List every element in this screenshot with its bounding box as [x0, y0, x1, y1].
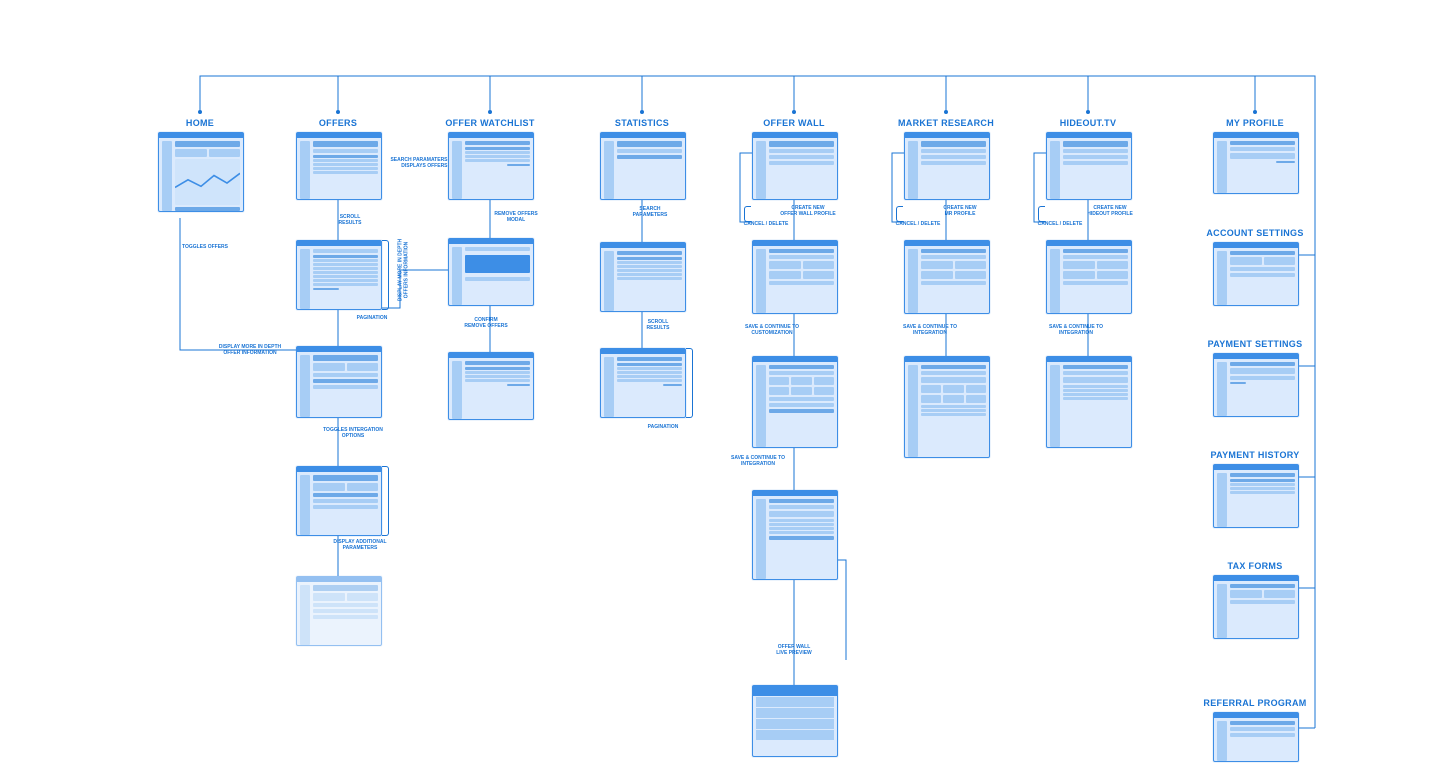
col-title-payhistory: PAYMENT HISTORY [1210, 450, 1299, 460]
label-save-continue-integ-1: SAVE & CONTINUE TO INTEGRATION [731, 456, 785, 468]
label-save-continue-custom: SAVE & CONTINUE TO CUSTOMIZATION [745, 325, 799, 337]
screen-stats-1[interactable] [600, 132, 686, 200]
label-scroll-results: SCROLL RESULTS [339, 215, 362, 227]
screen-watchlist-1[interactable] [448, 132, 534, 200]
screen-stats-2[interactable] [600, 242, 686, 312]
screen-paysettings[interactable] [1213, 353, 1299, 417]
label-create-offerwall: CREATE NEW OFFER WALL PROFILE [780, 206, 835, 218]
label-save-continue-integ-2: SAVE & CONTINUE TO INTEGRATION [903, 325, 957, 337]
label-cancel-delete-2: CANCEL / DELETE [896, 222, 941, 228]
label-display-additional: DISPLAY ADDITIONAL PARAMETERS [333, 540, 386, 552]
label-pagination-1: PAGINATION [357, 316, 388, 322]
screen-offerwall-1[interactable] [752, 132, 838, 200]
screen-offerwall-4[interactable] [752, 490, 838, 580]
label-toggles-integration: TOGGLES INTERGATION OPTIONS [323, 428, 383, 440]
label-cancel-delete-3: CANCEL / DELETE [1038, 222, 1083, 228]
brace-icon [896, 206, 903, 222]
screen-payhistory[interactable] [1213, 464, 1299, 528]
label-display-in-depth: DISPLAY MORE IN DEPTH OFFER INFORMATION [219, 345, 281, 357]
screen-referral[interactable] [1213, 712, 1299, 762]
label-cancel-delete-1: CANCEL / DELETE [744, 222, 789, 228]
screen-market-2[interactable] [904, 240, 990, 314]
screen-offerwall-2[interactable] [752, 240, 838, 314]
brace-icon [686, 348, 693, 418]
screen-profile[interactable] [1213, 132, 1299, 194]
label-create-hideout: CREATE NEW HIDEOUT PROFILE [1087, 206, 1133, 218]
screen-stats-3[interactable] [600, 348, 686, 418]
screen-offers-4[interactable] [296, 466, 382, 536]
screen-offerwall-preview[interactable] [752, 685, 838, 757]
col-title-market: MARKET RESEARCH [898, 118, 994, 128]
label-search-params-displays: SEARCH PARAMATERS DISPLAYS OFFERS [390, 158, 447, 170]
screen-watchlist-2[interactable] [448, 238, 534, 306]
brace-icon [382, 240, 389, 310]
label-confirm-remove: CONFIRM REMOVE OFFERS [464, 318, 507, 330]
screen-tax[interactable] [1213, 575, 1299, 639]
col-title-watchlist: OFFER WATCHLIST [445, 118, 534, 128]
screen-offers-3[interactable] [296, 346, 382, 418]
col-title-home: HOME [186, 118, 214, 128]
col-title-offerwall: OFFER WALL [763, 118, 825, 128]
screen-hideout-3[interactable] [1046, 356, 1132, 448]
screen-hideout-1[interactable] [1046, 132, 1132, 200]
screen-offers-2[interactable] [296, 240, 382, 310]
screen-watchlist-3[interactable] [448, 352, 534, 420]
brace-icon [744, 206, 751, 222]
label-save-continue-integ-3: SAVE & CONTINUE TO INTEGRATION [1049, 325, 1103, 337]
col-title-tax: TAX FORMS [1227, 561, 1282, 571]
col-title-offers: OFFERS [319, 118, 357, 128]
col-title-paysettings: PAYMENT SETTINGS [1208, 339, 1303, 349]
col-title-stats: STATISTICS [615, 118, 669, 128]
col-title-hideout: HIDEOUT.TV [1060, 118, 1117, 128]
screen-offers-1[interactable] [296, 132, 382, 200]
label-scroll-results-2: SCROLL RESULTS [647, 320, 670, 332]
screen-offerwall-3[interactable] [752, 356, 838, 448]
label-display-in-depth-rot: DISPLAY MORE IN DEPTH OFFERS INFORMATION [398, 239, 410, 301]
col-title-account: ACCOUNT SETTINGS [1206, 228, 1303, 238]
flow-diagram-canvas: HOME OFFERS OFFER WATCHLIST STATISTICS O… [0, 0, 1440, 768]
col-title-profile: MY PROFILE [1226, 118, 1284, 128]
screen-home[interactable] [158, 132, 244, 212]
label-search-params: SEARCH PARAMETERS [633, 207, 668, 219]
label-pagination-2: PAGINATION [648, 425, 679, 431]
screen-account[interactable] [1213, 242, 1299, 306]
label-create-mr: CREATE NEW MR PROFILE [943, 206, 976, 218]
screen-hideout-2[interactable] [1046, 240, 1132, 314]
screen-offers-5[interactable] [296, 576, 382, 646]
screen-market-1[interactable] [904, 132, 990, 200]
brace-icon [1038, 206, 1045, 222]
label-toggles-offers: TOGGLES OFFERS [182, 245, 228, 251]
screen-market-3[interactable] [904, 356, 990, 458]
label-remove-offers-modal: REMOVE OFFERS MODAL [494, 212, 537, 224]
brace-icon [382, 466, 389, 536]
label-offerwall-preview: OFFER WALL LIVE PREVIEW [776, 645, 812, 657]
col-title-referral: REFERRAL PROGRAM [1203, 698, 1306, 708]
